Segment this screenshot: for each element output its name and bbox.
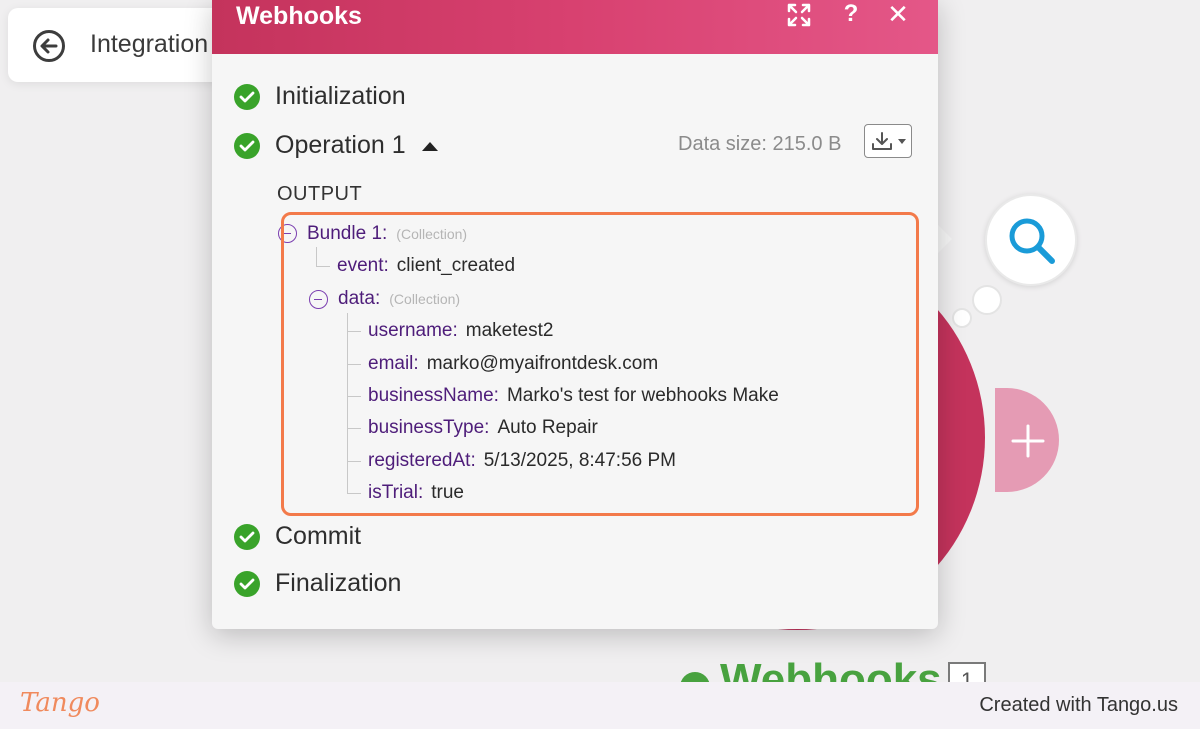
footer-bar: Tango Created with Tango.us <box>0 682 1200 729</box>
caret-up-icon[interactable] <box>422 142 438 151</box>
check-icon <box>234 524 260 550</box>
step-label: Initialization <box>275 82 406 110</box>
step-label: Commit <box>275 522 362 550</box>
highlight-box <box>281 212 919 516</box>
step-label[interactable]: Operation 1 <box>275 131 406 160</box>
operation-count-badge[interactable]: 1 <box>948 662 986 682</box>
bubble-dot-medium <box>972 285 1002 315</box>
check-icon <box>234 133 260 159</box>
download-button[interactable] <box>864 124 912 158</box>
module-status-dot <box>680 672 710 682</box>
output-label: OUTPUT <box>277 183 363 205</box>
help-icon[interactable]: ? <box>838 2 864 28</box>
credit-text[interactable]: Created with Tango.us <box>979 694 1178 717</box>
step-label: Finalization <box>275 569 402 597</box>
execution-inspector-panel: Webhooks ? ✕ Initialization Operation 1 … <box>212 0 938 629</box>
inspect-bubble[interactable] <box>985 194 1077 286</box>
close-icon[interactable]: ✕ <box>885 1 911 28</box>
bubble-dot-small <box>952 308 972 328</box>
data-size-label: Data size: 215.0 B <box>678 133 842 155</box>
expand-icon[interactable] <box>786 2 812 28</box>
integration-title: Integration <box>90 30 209 58</box>
scenario-canvas: Integration Webhooks 1 Webhooks ? ✕ Init <box>0 0 1200 682</box>
panel-title: Webhooks <box>236 2 362 30</box>
back-arrow-icon[interactable] <box>32 29 66 63</box>
module-name-label: Webhooks <box>720 655 942 682</box>
check-icon <box>234 571 260 597</box>
check-icon <box>234 84 260 110</box>
plus-icon[interactable] <box>1010 423 1046 459</box>
panel-header: Webhooks ? ✕ <box>212 0 938 54</box>
panel-pointer <box>938 225 952 253</box>
chevron-down-icon <box>898 139 906 144</box>
magnifier-icon <box>1009 218 1055 264</box>
tango-logo[interactable]: Tango <box>20 688 100 718</box>
download-icon <box>872 132 892 150</box>
